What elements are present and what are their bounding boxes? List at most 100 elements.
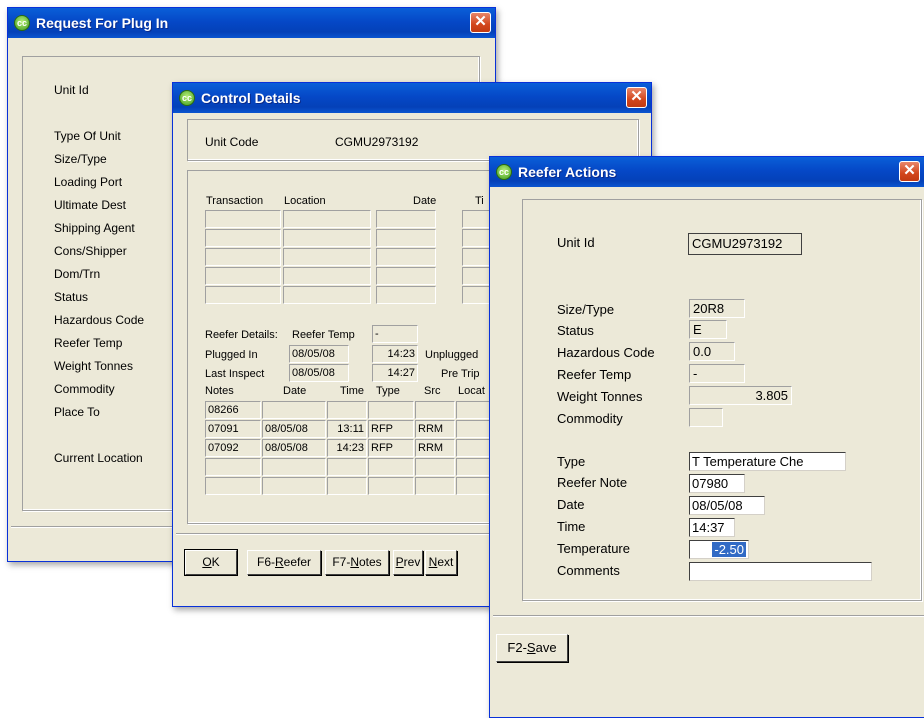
- current-location-label: Current Location: [54, 451, 143, 465]
- commodity-value: [689, 408, 723, 427]
- status-label: Status: [54, 290, 89, 304]
- prev-button-key: P: [395, 555, 404, 569]
- time-header: Ti: [475, 195, 484, 207]
- notes-date-header: Date: [283, 385, 307, 397]
- place-to-label: Place To: [54, 405, 100, 419]
- f2-save-prefix: F2-: [507, 640, 527, 655]
- weight-tonnes-label: Weight Tonnes: [557, 389, 643, 404]
- reefer-divider: [493, 615, 924, 617]
- cons-shipper-label: Cons/Shipper: [54, 244, 127, 258]
- note-date-cell: [262, 401, 326, 419]
- app-icon: cc: [179, 90, 195, 106]
- weight-tonnes-label: Weight Tonnes: [54, 359, 133, 373]
- temperature-label: Temperature: [557, 541, 630, 556]
- request-window-title: Request For Plug In: [36, 15, 169, 31]
- status-value: E: [689, 320, 727, 339]
- next-button[interactable]: Next: [425, 550, 457, 575]
- note-id-cell: [205, 477, 261, 495]
- location-cell: [283, 229, 371, 247]
- note-date-cell: 08/05/08: [262, 439, 326, 457]
- notes-location-header: Locat: [458, 385, 485, 397]
- hazardous-code-label: Hazardous Code: [54, 313, 145, 327]
- f7-notes-button[interactable]: F7-Notes: [325, 550, 389, 575]
- status-label: Status: [557, 323, 594, 338]
- ok-button-key: O: [202, 555, 212, 569]
- ok-button[interactable]: OK: [184, 549, 238, 576]
- close-icon[interactable]: ✕: [626, 87, 647, 108]
- last-inspect-label: Last Inspect: [205, 368, 265, 380]
- hazardous-code-label: Hazardous Code: [557, 345, 655, 360]
- time-cell: [462, 248, 492, 266]
- ok-button-rest: K: [211, 555, 220, 569]
- control-window-title: Control Details: [201, 90, 301, 106]
- f7-notes-key: N: [350, 555, 359, 569]
- size-type-label: Size/Type: [54, 152, 107, 166]
- request-window-title-bar[interactable]: cc Request For Plug In ✕: [8, 8, 495, 38]
- note-type-cell: [368, 401, 414, 419]
- f2-save-button[interactable]: F2-Save: [496, 634, 568, 662]
- transaction-cell: [205, 210, 281, 228]
- reefer-temp-label: Reefer Temp: [557, 367, 632, 382]
- weight-tonnes-value: 3.805: [689, 386, 792, 405]
- unit-id-label: Unit Id: [557, 235, 595, 250]
- plugged-in-label: Plugged In: [205, 349, 258, 361]
- reefer-window-title: Reefer Actions: [518, 164, 617, 180]
- f6-reefer-button[interactable]: F6-Reefer: [247, 550, 321, 575]
- shipping-agent-label: Shipping Agent: [54, 221, 135, 235]
- note-src-cell: [415, 401, 455, 419]
- type-input[interactable]: T Temperature Che: [689, 452, 846, 471]
- f2-save-rest: ave: [535, 640, 557, 655]
- comments-label: Comments: [557, 563, 620, 578]
- reefer-window-title-bar[interactable]: cc Reefer Actions ✕: [490, 157, 924, 187]
- note-date-cell: 08/05/08: [262, 420, 326, 438]
- time-cell: [462, 229, 492, 247]
- prev-button[interactable]: Prev: [393, 550, 423, 575]
- location-cell: [283, 286, 371, 304]
- unit-code-value: CGMU2973192: [335, 135, 419, 149]
- f7-notes-rest: otes: [358, 555, 382, 569]
- note-id-cell: 07092: [205, 439, 261, 457]
- transaction-header: Transaction: [206, 195, 264, 207]
- prev-button-rest: rev: [403, 555, 421, 569]
- notes-src-header: Src: [424, 385, 441, 397]
- close-icon[interactable]: ✕: [899, 161, 920, 182]
- note-src-cell: [415, 477, 455, 495]
- temperature-input[interactable]: -2.50: [689, 540, 749, 559]
- dom-trn-label: Dom/Trn: [54, 267, 101, 281]
- size-type-label: Size/Type: [557, 302, 615, 317]
- date-cell: [376, 248, 436, 266]
- pre-trip-label: Pre Trip: [441, 368, 480, 380]
- reefer-temp-label: Reefer Temp: [54, 336, 123, 350]
- f7-notes-prefix: F7-: [332, 555, 351, 569]
- f2-save-key: S: [526, 640, 536, 655]
- app-icon: cc: [14, 15, 30, 31]
- notes-header: Notes: [205, 385, 234, 397]
- time-cell: [462, 210, 492, 228]
- note-date-cell: [262, 477, 326, 495]
- date-header: Date: [413, 195, 437, 207]
- last-inspect-date: 08/05/08: [289, 364, 349, 382]
- plugged-in-date: 08/05/08: [289, 345, 349, 363]
- close-icon[interactable]: ✕: [470, 12, 491, 33]
- note-time-cell: [327, 458, 367, 476]
- transaction-cell: [205, 286, 281, 304]
- note-time-cell: [327, 477, 367, 495]
- unit-id-value: CGMU2973192: [688, 233, 802, 255]
- control-window-title-bar[interactable]: cc Control Details ✕: [173, 83, 651, 113]
- reefer-note-input[interactable]: 07980: [689, 474, 745, 493]
- reefer-actions-window: cc Reefer Actions ✕ Unit Id CGMU2973192 …: [489, 156, 924, 718]
- size-type-value: 20R8: [689, 299, 745, 318]
- note-location-cell: [456, 420, 492, 438]
- commodity-label: Commodity: [54, 382, 115, 396]
- date-cell: [376, 229, 436, 247]
- temperature-selected-value: -2.50: [712, 542, 746, 557]
- comments-input[interactable]: [689, 562, 872, 581]
- time-input[interactable]: 14:37: [689, 518, 735, 537]
- reefer-note-label: Reefer Note: [557, 475, 628, 490]
- location-cell: [283, 267, 371, 285]
- note-type-cell: RFP: [368, 420, 414, 438]
- note-src-cell: RRM: [415, 420, 455, 438]
- date-input[interactable]: 08/05/08: [689, 496, 765, 515]
- note-id-cell: [205, 458, 261, 476]
- unit-id-label: Unit Id: [54, 83, 89, 97]
